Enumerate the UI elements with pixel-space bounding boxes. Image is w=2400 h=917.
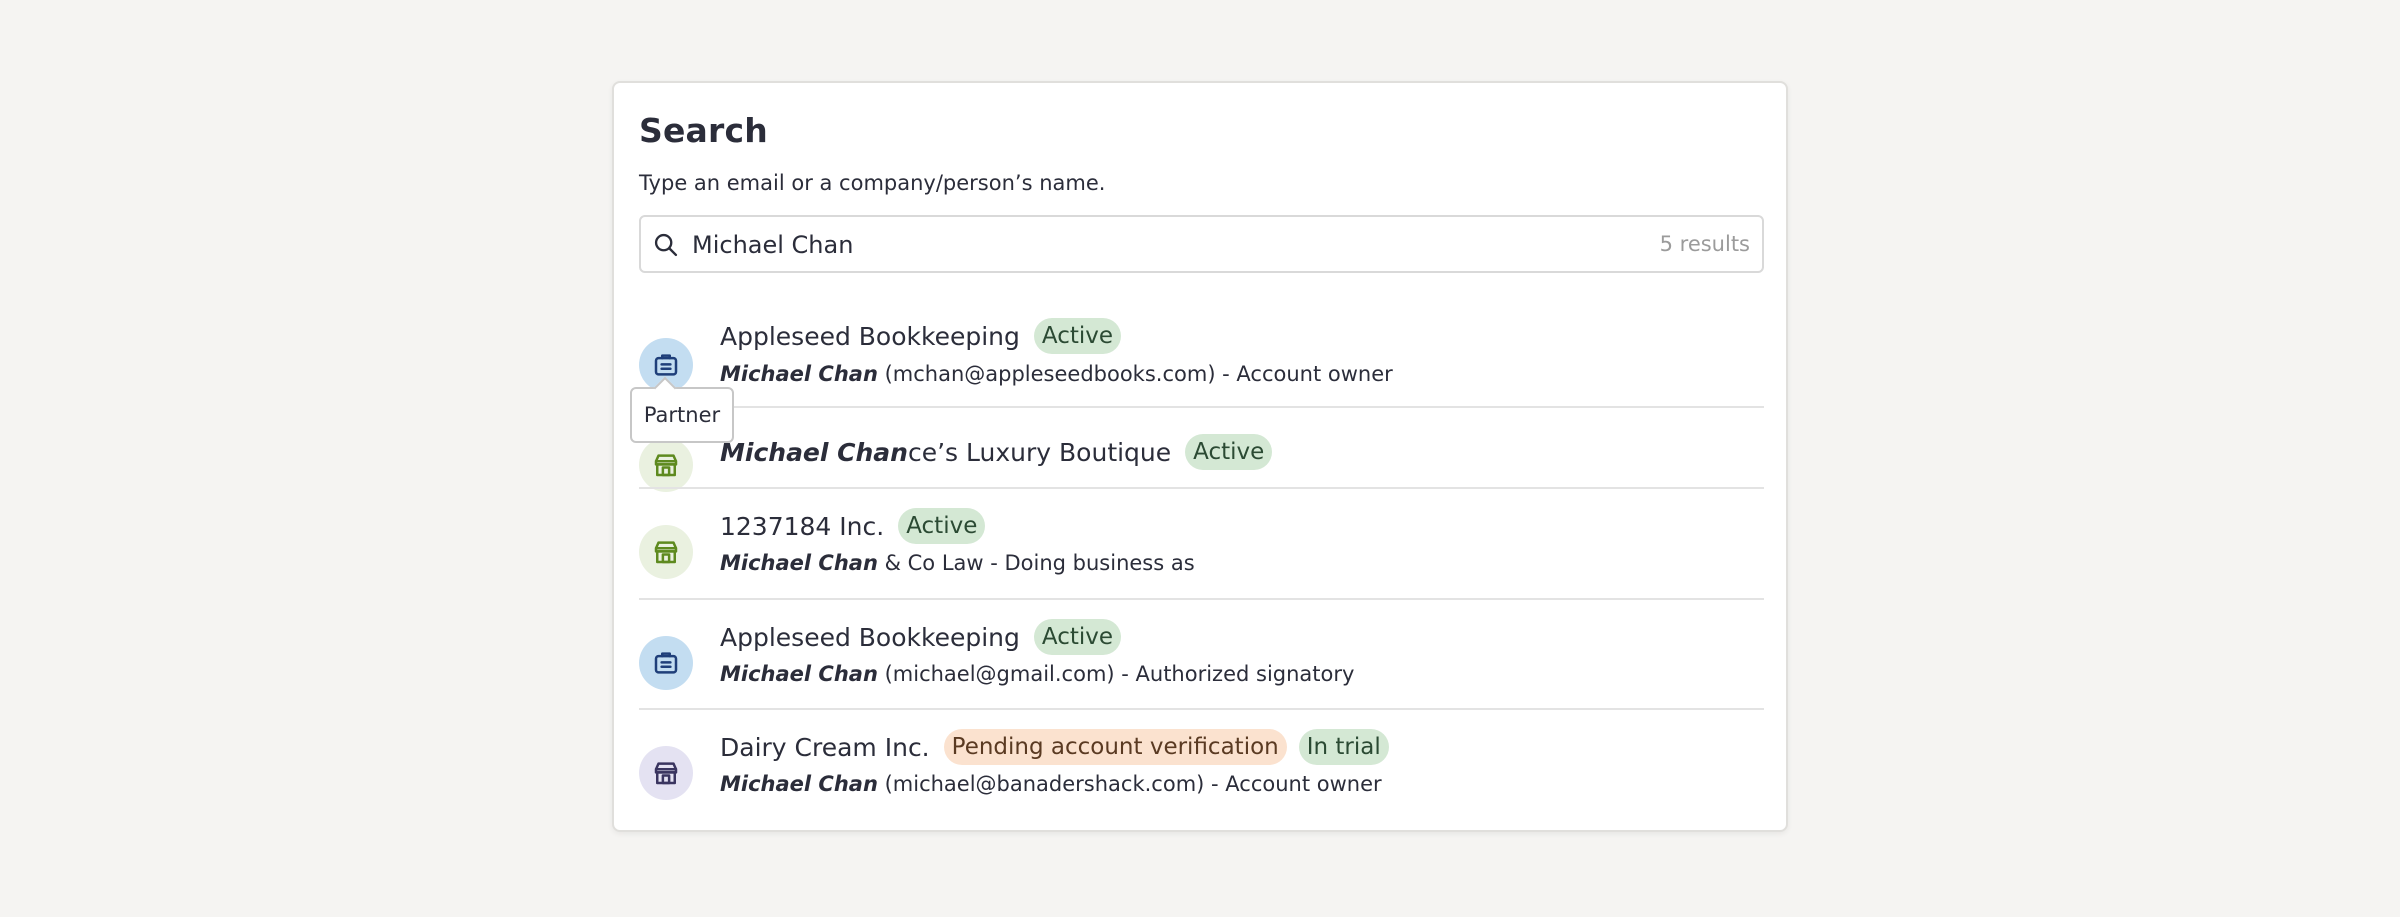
- result-item[interactable]: Dairy Cream Inc. Pending account verific…: [639, 726, 1764, 804]
- briefcase-icon: [654, 652, 678, 674]
- storefront-icon: [654, 454, 678, 477]
- status-badge: Active: [1033, 318, 1122, 354]
- storefront-icon: [654, 762, 678, 785]
- match-highlight: Michael Chan: [720, 362, 878, 386]
- result-detail-text: & Co Law - Doing business as: [877, 551, 1195, 575]
- result-name: Appleseed Bookkeeping: [720, 321, 1020, 351]
- result-title-line: Appleseed Bookkeeping Active: [720, 616, 1122, 658]
- search-icon: [654, 233, 678, 257]
- divider: [639, 487, 1764, 489]
- match-highlight: Michael Chan: [720, 772, 878, 796]
- status-badge: Active: [1185, 434, 1273, 470]
- match-highlight: Michael Chan: [720, 437, 908, 467]
- result-name: 1237184 Inc.: [720, 511, 885, 541]
- result-title-line: Appleseed Bookkeeping Active: [720, 315, 1122, 357]
- status-badge: Pending account verification: [943, 729, 1287, 765]
- match-highlight: Michael Chan: [720, 662, 878, 686]
- divider: [639, 406, 1764, 408]
- divider: [639, 598, 1764, 600]
- result-item[interactable]: Appleseed Bookkeeping Active Michael Cha…: [639, 616, 1764, 694]
- partner-tooltip: Partner: [630, 387, 734, 443]
- result-name-rest: ce’s Luxury Boutique: [907, 437, 1172, 467]
- result-item[interactable]: Michael Chance’s Luxury Boutique Active: [639, 431, 1764, 492]
- result-detail: Michael Chan (mchan@appleseedbooks.com) …: [720, 362, 1393, 386]
- result-item[interactable]: Appleseed Bookkeeping Active Michael Cha…: [639, 315, 1764, 393]
- status-badge: In trial: [1298, 729, 1389, 765]
- result-detail: Michael Chan (michael@gmail.com) - Autho…: [720, 662, 1354, 686]
- merchant-avatar: [639, 746, 693, 800]
- merchant-avatar: [639, 525, 693, 579]
- status-badge: Active: [898, 508, 986, 544]
- result-detail-text: (michael@gmail.com) - Authorized signato…: [877, 662, 1355, 686]
- panel-subtitle: Type an email or a company/person’s name…: [639, 171, 1106, 195]
- search-input[interactable]: [692, 225, 1592, 265]
- result-name: Dairy Cream Inc.: [720, 732, 930, 762]
- result-name: Appleseed Bookkeeping: [720, 622, 1020, 652]
- result-title-line: 1237184 Inc. Active: [720, 505, 986, 547]
- search-field[interactable]: 5 results: [639, 215, 1764, 273]
- briefcase-icon: [654, 354, 678, 376]
- panel-title: Search: [639, 111, 768, 150]
- result-detail: Michael Chan (michael@banadershack.com) …: [720, 772, 1382, 796]
- storefront-icon: [654, 541, 678, 564]
- result-detail-text: (mchan@appleseedbooks.com) - Account own…: [877, 362, 1393, 386]
- result-item[interactable]: 1237184 Inc. Active Michael Chan & Co La…: [639, 505, 1764, 583]
- result-count: 5 results: [1659, 232, 1750, 256]
- match-highlight: Michael Chan: [720, 551, 878, 575]
- result-detail-text: (michael@banadershack.com) - Account own…: [877, 772, 1382, 796]
- divider: [639, 708, 1764, 710]
- merchant-avatar: [639, 438, 693, 492]
- result-detail: Michael Chan & Co Law - Doing business a…: [720, 551, 1195, 575]
- partner-avatar: [639, 636, 693, 690]
- search-panel: Search Type an email or a company/person…: [612, 81, 1788, 832]
- result-title-line: Michael Chance’s Luxury Boutique Active: [720, 431, 1273, 473]
- result-title-line: Dairy Cream Inc. Pending account verific…: [720, 726, 1389, 768]
- status-badge: Active: [1033, 619, 1122, 655]
- result-name: Michael Chance’s Luxury Boutique: [720, 438, 1171, 467]
